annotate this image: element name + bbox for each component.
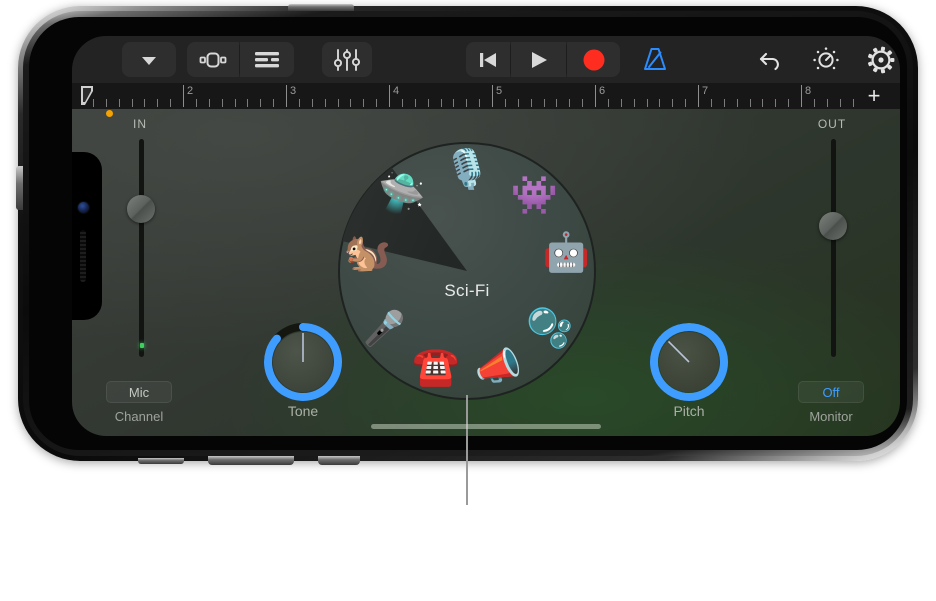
pitch-knob[interactable]: Pitch <box>646 319 732 424</box>
input-channel-sublabel: Channel <box>114 409 164 424</box>
input-fader-thumb[interactable] <box>127 194 155 223</box>
telephone-icon: ☎️ <box>412 346 460 389</box>
mixer-fx-button[interactable] <box>322 42 372 77</box>
tone-knob-label: Tone <box>287 403 319 419</box>
input-channel-button[interactable]: Mic <box>106 381 172 403</box>
record-button[interactable] <box>567 42 620 77</box>
timeline-ruler[interactable]: 2345678 + <box>72 83 900 109</box>
gear-icon <box>868 46 895 73</box>
input-level-led <box>139 343 144 348</box>
mixer-sliders-icon <box>334 48 360 71</box>
undo-icon <box>759 52 779 70</box>
preset-item[interactable]: 🎤 <box>357 302 411 356</box>
output-fader-label: OUT <box>817 117 847 131</box>
undo-button[interactable] <box>750 42 792 77</box>
playhead-marker[interactable] <box>80 85 95 107</box>
output-fader-thumb[interactable] <box>819 212 847 241</box>
preset-item[interactable]: ☎️ <box>409 340 463 394</box>
preset-item[interactable]: 🤖 <box>539 226 593 280</box>
record-icon <box>583 49 604 70</box>
preset-item[interactable]: 🫧 <box>523 302 577 356</box>
pitch-knob-label: Pitch <box>673 403 705 419</box>
tone-knob[interactable]: Tone <box>260 319 346 424</box>
preset-item[interactable]: 🛸 <box>375 167 429 221</box>
volume-up-button[interactable] <box>138 458 184 464</box>
input-fader-label: IN <box>133 117 147 131</box>
chevron-down-icon <box>142 56 156 65</box>
input-fader[interactable]: IN <box>102 117 178 377</box>
output-fader-track[interactable] <box>831 139 836 357</box>
device-notch <box>72 152 102 320</box>
input-fader-track[interactable] <box>139 139 144 357</box>
settings-button[interactable] <box>860 42 900 77</box>
fx-knob-button[interactable] <box>805 42 847 77</box>
megaphone-icon: 📣 <box>474 346 522 389</box>
loop-browser-icon <box>199 52 227 67</box>
bubbles-icon: 🫧 <box>526 307 574 350</box>
preset-item[interactable]: 👾 <box>508 169 562 223</box>
add-track-icon: + <box>867 83 881 108</box>
monster-icon: 👾 <box>510 174 559 217</box>
metronome-icon <box>644 48 666 70</box>
front-camera-icon <box>78 202 89 213</box>
fx-knob-icon <box>813 46 839 69</box>
loop-browser-button[interactable] <box>187 42 239 77</box>
robot-icon: 🤖 <box>542 232 591 275</box>
play-icon <box>531 51 547 68</box>
earpiece-speaker-icon <box>80 230 86 282</box>
handheld-microphone-icon: 🎤 <box>363 309 406 348</box>
studio-microphone-icon: 🎙️ <box>443 149 491 191</box>
chipmunk-icon: 🐿️ <box>343 232 392 275</box>
ruler-ticks[interactable]: 2345678 <box>72 83 854 109</box>
track-view-button[interactable] <box>240 42 294 77</box>
monitor-toggle-button[interactable]: Off <box>798 381 864 403</box>
preset-item[interactable]: 🎙️ <box>440 143 494 197</box>
power-button[interactable] <box>288 4 354 11</box>
preset-item[interactable]: 📣 <box>471 340 525 394</box>
callout-leader-line <box>466 395 468 505</box>
preset-item[interactable]: 🐿️ <box>341 226 395 280</box>
monitor-toggle-label: Off <box>822 384 840 400</box>
mute-switch[interactable] <box>16 166 23 210</box>
wheel-center-label: Sci-Fi <box>444 281 490 300</box>
recording-status-indicator <box>106 110 113 117</box>
input-channel-button-label: Mic <box>128 384 150 400</box>
fx-workspace: Sci-Fi 🎙️ 🛸 🐿️ 🎤 ☎️ 📣 🫧 🤖 👾 IN Mic Chann… <box>72 109 900 436</box>
monitor-sublabel: Monitor <box>809 409 853 424</box>
volume-down-button[interactable] <box>208 456 294 465</box>
screenshot-stage: Sci-Fi 🎙️ 🛸 🐿️ 🎤 ☎️ 📣 🫧 🤖 👾 IN Mic Chann… <box>0 0 936 601</box>
flying-saucer-icon: 🛸 <box>378 172 426 215</box>
app-toolbar <box>72 36 900 83</box>
rewind-icon <box>480 52 496 67</box>
metronome-button[interactable] <box>634 42 676 77</box>
play-button[interactable] <box>511 42 566 77</box>
my-songs-button[interactable] <box>122 42 176 77</box>
rewind-button[interactable] <box>466 42 510 77</box>
output-fader[interactable]: OUT <box>794 117 870 377</box>
track-view-icon <box>255 51 279 67</box>
add-track-button[interactable]: + <box>854 83 894 109</box>
iphone-device-frame: Sci-Fi 🎙️ 🛸 🐿️ 🎤 ☎️ 📣 🫧 🤖 👾 IN Mic Chann… <box>16 4 918 465</box>
home-indicator[interactable] <box>371 424 601 429</box>
device-screen: Sci-Fi 🎙️ 🛸 🐿️ 🎤 ☎️ 📣 🫧 🤖 👾 IN Mic Chann… <box>72 36 900 436</box>
side-button[interactable] <box>318 456 360 465</box>
preset-wheel[interactable]: Sci-Fi 🎙️ 🛸 🐿️ 🎤 ☎️ 📣 🫧 🤖 👾 <box>337 141 597 401</box>
